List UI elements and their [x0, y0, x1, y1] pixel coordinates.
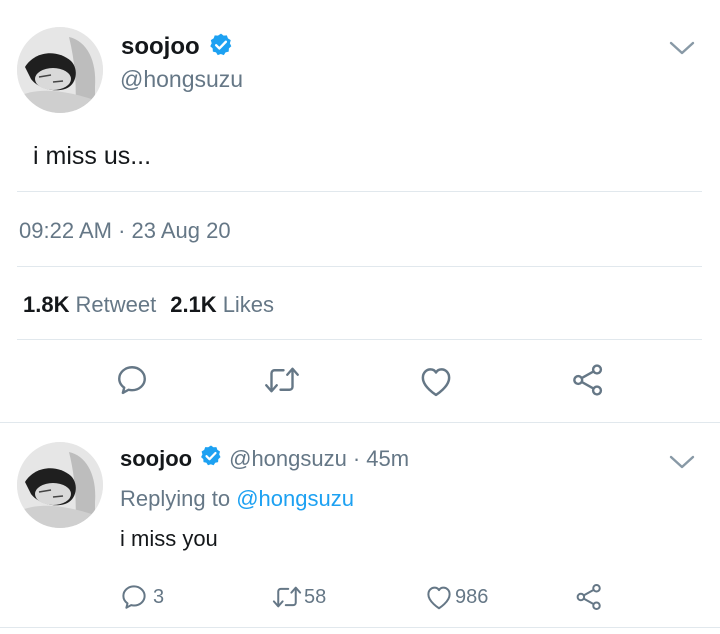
tweet-timestamp[interactable]: 09:22 AM · 23 Aug 20 [19, 218, 231, 244]
like-label[interactable]: Likes [223, 292, 274, 318]
avatar-photo [17, 27, 103, 113]
retweet-icon [272, 586, 302, 608]
replying-to-handle[interactable]: @hongsuzu [236, 486, 354, 511]
reply-button[interactable]: 3 [119, 582, 164, 612]
like-button[interactable]: 986 [424, 583, 488, 611]
avatar[interactable] [17, 442, 103, 528]
author-handle[interactable]: @hongsuzu [229, 446, 347, 472]
reply-icon [122, 585, 146, 609]
retweet-icon [265, 367, 299, 393]
retweet-count[interactable]: 1.8K [23, 292, 69, 318]
share-icon [573, 364, 603, 396]
heart-icon [427, 586, 451, 610]
section-divider [0, 422, 720, 423]
retweet-button[interactable]: 58 [270, 582, 326, 612]
author-name[interactable]: soojoo [120, 446, 192, 472]
share-button[interactable] [574, 582, 604, 612]
verified-badge-icon [208, 32, 234, 63]
divider [17, 339, 702, 340]
bottom-divider [0, 627, 720, 628]
reply-count: 3 [153, 585, 165, 608]
like-button[interactable] [417, 364, 455, 398]
time-ago[interactable]: · 45m [353, 446, 409, 472]
chevron-down-icon[interactable] [669, 454, 695, 470]
like-count: 986 [455, 585, 489, 608]
retweet-button[interactable] [262, 362, 302, 398]
retweet-count: 58 [304, 585, 327, 608]
divider [17, 266, 702, 267]
share-button[interactable] [570, 362, 606, 398]
verified-badge-icon [199, 444, 223, 474]
divider [17, 191, 702, 192]
like-count[interactable]: 2.1K [170, 292, 216, 318]
share-icon [576, 584, 601, 610]
replying-to: Replying to @hongsuzu [120, 486, 354, 512]
reply-button[interactable] [114, 362, 150, 398]
chevron-down-icon[interactable] [669, 40, 695, 56]
tweet-text: i miss you [120, 526, 218, 551]
tweet-stats: 1.8K Retweet 2.1K Likes [23, 292, 274, 318]
avatar-photo [17, 442, 103, 528]
author-name[interactable]: soojoo [121, 33, 200, 61]
retweet-label[interactable]: Retweet [75, 292, 156, 318]
heart-icon [421, 368, 451, 397]
tweet-text: i miss us... [33, 142, 152, 170]
author-handle[interactable]: @hongsuzu [120, 66, 243, 93]
replying-to-label: Replying to [120, 486, 231, 511]
reply-icon [118, 366, 146, 395]
avatar[interactable] [17, 27, 103, 113]
